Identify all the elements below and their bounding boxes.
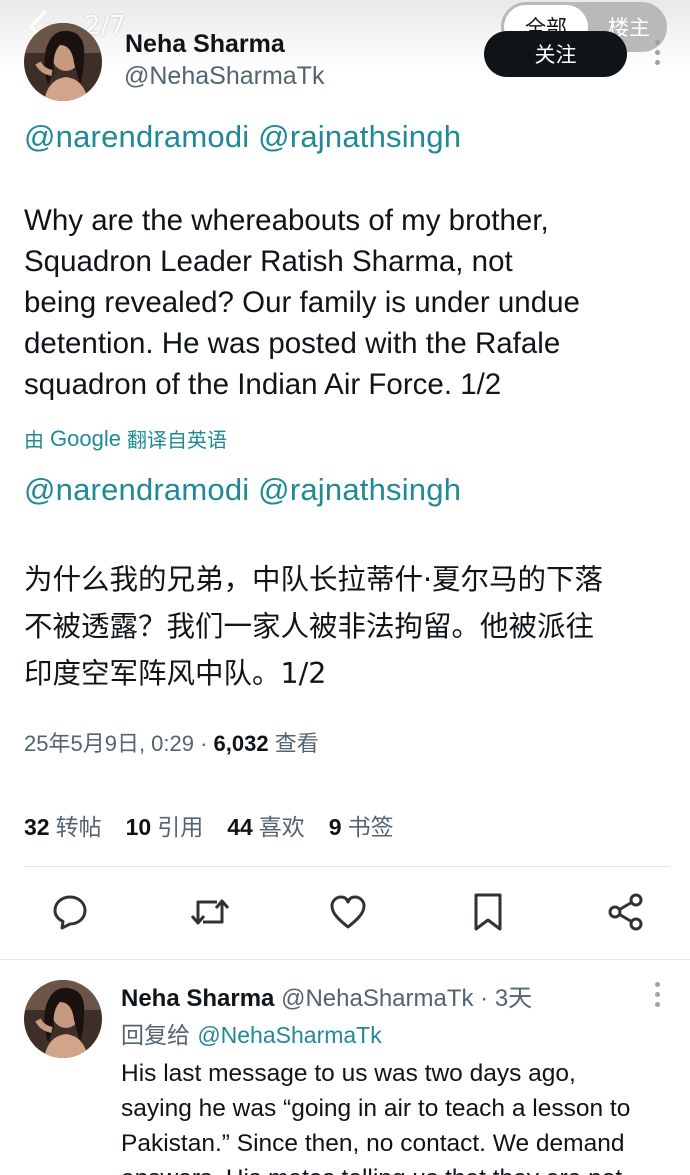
tweet-timestamp[interactable]: 25年5月9日, 0:29 · xyxy=(24,731,214,756)
translate-prefix: 由 xyxy=(24,428,44,452)
reply-to-line: 回复给 @NehaSharmaTk xyxy=(121,1016,382,1050)
tweet-line: Squadron Leader Ratish Sharma, not xyxy=(24,245,513,278)
view-count: 6,032 xyxy=(213,731,269,756)
avatar[interactable] xyxy=(24,23,102,101)
more-options-button[interactable] xyxy=(650,40,664,70)
reply-more-options-button[interactable] xyxy=(650,982,664,1012)
author-handle[interactable]: @NehaSharmaTk xyxy=(124,62,324,91)
more-dot xyxy=(654,1002,660,1007)
tweet-line: squadron of the Indian Air Force. 1/2 xyxy=(24,368,502,401)
reply-author-name[interactable]: Neha Sharma xyxy=(121,985,274,1012)
translation-attribution[interactable]: 由 Google 翻译自英语 xyxy=(24,424,227,453)
avatar-image xyxy=(24,980,102,1058)
bookmark-button[interactable] xyxy=(466,890,510,934)
reply-line: His last message to us was two days ago, xyxy=(121,1060,576,1087)
stat-count: 9 xyxy=(328,814,342,840)
reply-line: answers. His mates telling us that they … xyxy=(121,1161,676,1175)
more-dot xyxy=(654,50,660,55)
follow-button[interactable]: 关注 xyxy=(484,31,627,77)
reply-text: His last message to us was two days ago,… xyxy=(121,1056,676,1175)
tweet-line: 不被透露？我们一家人被非法拘留。他被派往 xyxy=(24,610,595,643)
reply-button[interactable] xyxy=(48,890,92,934)
tweet-line: 印度空军阵风中队。1/2 xyxy=(24,657,327,690)
tweet-mentions[interactable]: @narendramodi @rajnathsingh xyxy=(24,119,461,155)
stat-count: 44 xyxy=(227,814,253,840)
more-dot xyxy=(654,60,660,65)
heart-icon xyxy=(330,895,366,929)
view-label: 查看 xyxy=(268,731,319,756)
stat-label: 转帖 xyxy=(55,815,102,841)
tweet-text-english: Why are the whereabouts of my brother, S… xyxy=(24,200,664,405)
reply-to-prefix: 回复给 xyxy=(121,1023,198,1049)
share-icon xyxy=(608,893,643,931)
translated-mentions[interactable]: @narendramodi @rajnathsingh xyxy=(24,472,461,508)
reply-handle-time: @NehaSharmaTk · 3天 xyxy=(274,985,533,1012)
bookmark-icon xyxy=(474,893,502,931)
stat-likes[interactable]: 44 喜欢 xyxy=(227,808,305,842)
tweet-metadata: 25年5月9日, 0:29 · 6,032 查看 xyxy=(24,726,319,758)
more-dots-icon xyxy=(654,40,660,45)
reply-icon xyxy=(53,895,87,930)
stat-quotes[interactable]: 10 引用 xyxy=(126,808,204,842)
tweet-line: detention. He was posted with the Rafale xyxy=(24,327,561,360)
author-name[interactable]: Neha Sharma xyxy=(125,30,285,59)
stat-count: 32 xyxy=(24,814,50,840)
reply-line: Pakistan.” Since then, no contact. We de… xyxy=(121,1130,625,1157)
stat-label: 书签 xyxy=(347,815,394,841)
tweet-line: being revealed? Our family is under undu… xyxy=(24,286,580,319)
more-dot xyxy=(654,992,660,997)
engagement-stats: 32 转帖 10 引用 44 喜欢 9 书签 xyxy=(24,808,394,842)
google-logo: Google xyxy=(50,425,121,451)
like-button[interactable] xyxy=(326,890,370,934)
reply-to-handle[interactable]: @NehaSharmaTk xyxy=(197,1022,381,1048)
tweet-action-bar xyxy=(0,890,690,936)
divider xyxy=(24,866,670,867)
reply-header: Neha Sharma @NehaSharmaTk · 3天 xyxy=(121,978,532,1013)
more-dots-icon xyxy=(654,982,660,987)
retweet-button[interactable] xyxy=(188,890,232,934)
avatar-image xyxy=(24,23,102,101)
reply-avatar[interactable] xyxy=(24,980,102,1058)
retweet-icon xyxy=(190,899,230,925)
tweet-text-translated: 为什么我的兄弟，中队长拉蒂什·夏尔马的下落 不被透露？我们一家人被非法拘留。他被… xyxy=(24,556,674,697)
tweet-line: Why are the whereabouts of my brother, xyxy=(24,204,549,237)
stat-bookmarks[interactable]: 9 书签 xyxy=(329,808,394,842)
tweet-line: 为什么我的兄弟，中队长拉蒂什·夏尔马的下落 xyxy=(24,563,604,596)
translate-suffix: 翻译自英语 xyxy=(126,428,227,452)
share-button[interactable] xyxy=(604,890,648,934)
reply-line: saying he was “going in air to teach a l… xyxy=(121,1095,631,1122)
stat-label: 喜欢 xyxy=(258,815,305,841)
stat-count: 10 xyxy=(125,814,152,840)
stat-reposts[interactable]: 32 转帖 xyxy=(24,808,102,842)
divider xyxy=(0,959,690,960)
stat-label: 引用 xyxy=(157,815,204,841)
